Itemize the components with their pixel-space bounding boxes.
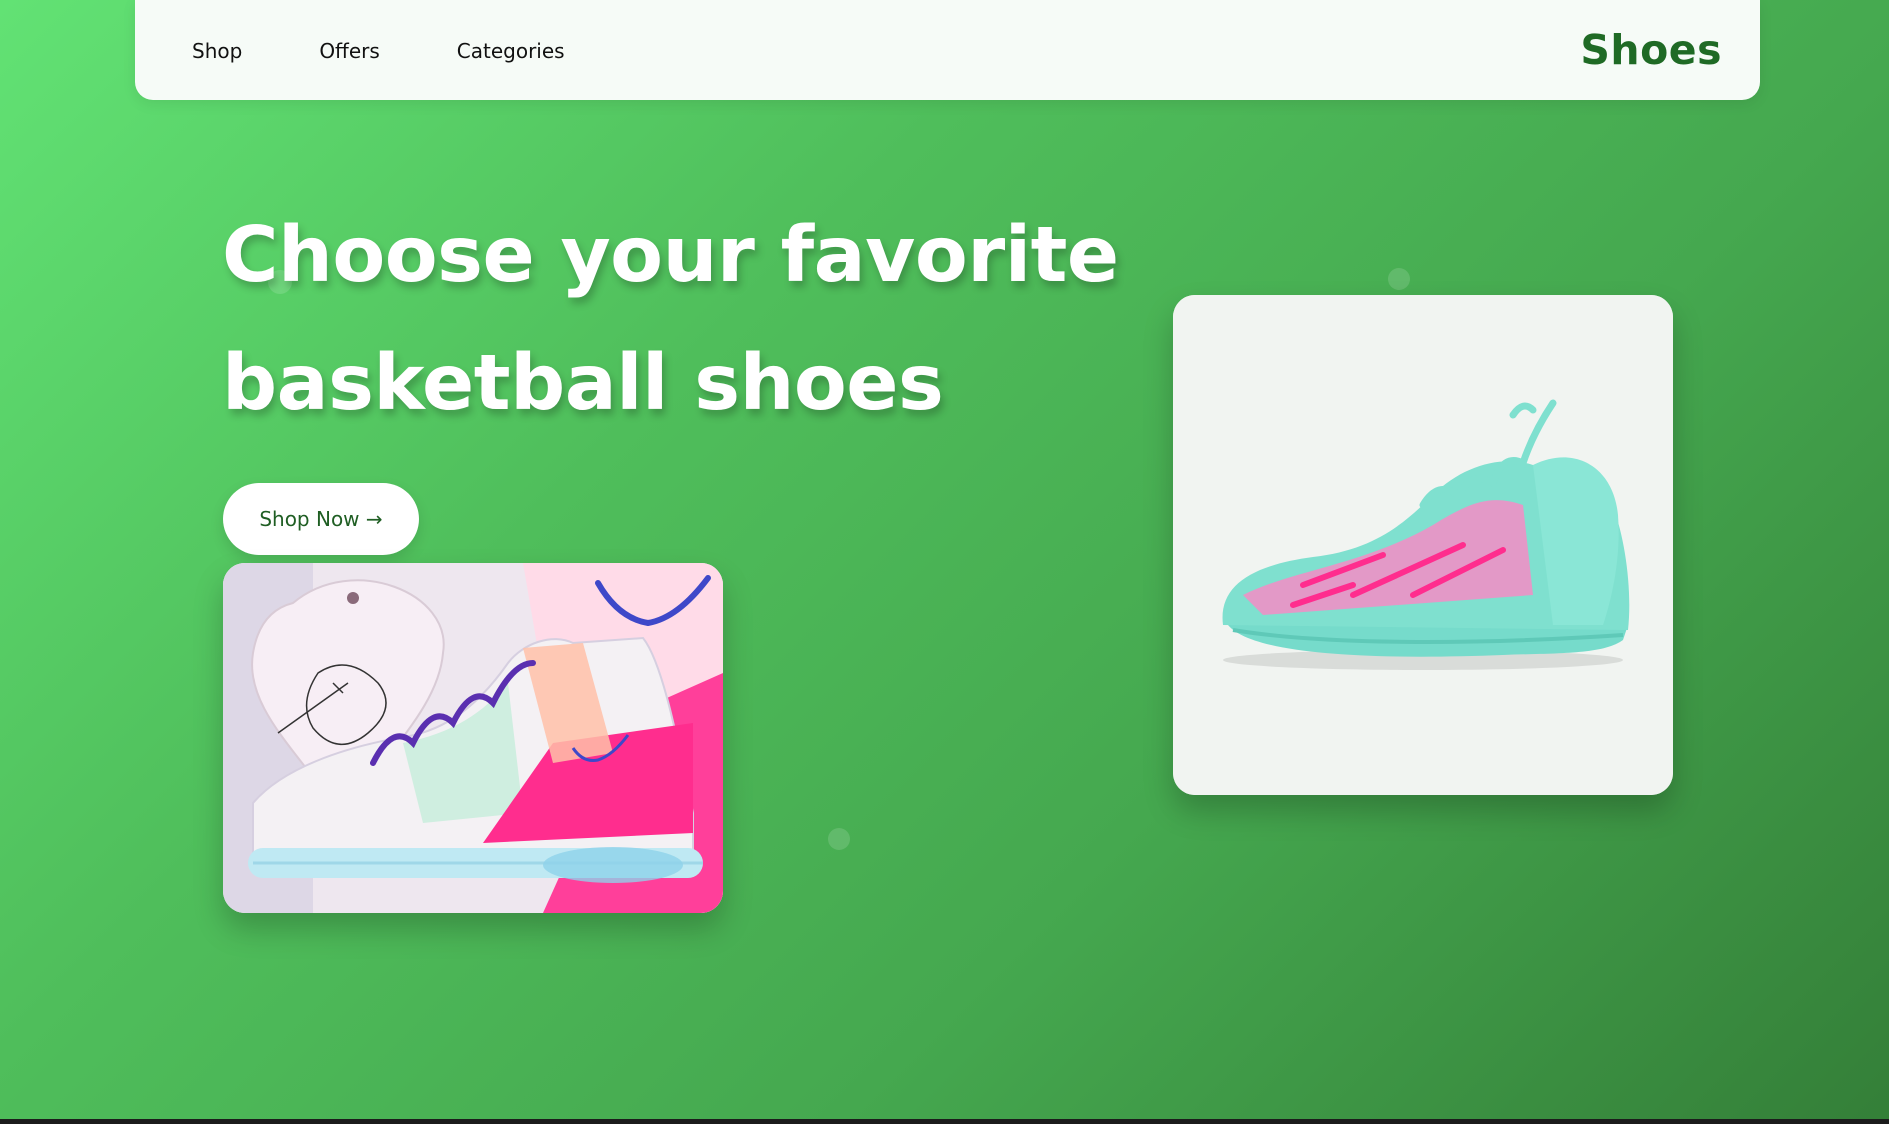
bottom-edge bbox=[0, 1119, 1889, 1124]
page: Shop Offers Categories Shoes Choose your… bbox=[0, 0, 1889, 1124]
hero-title-line-1: Choose your favorite bbox=[222, 211, 1119, 300]
featured-shoe-image-right[interactable] bbox=[1173, 295, 1673, 795]
hero-title-line-2: basketball shoes bbox=[222, 339, 944, 428]
shop-now-button[interactable]: Shop Now → bbox=[223, 483, 419, 555]
brand-logo[interactable]: Shoes bbox=[1580, 26, 1722, 74]
decor-dot bbox=[1388, 268, 1410, 290]
decor-dot bbox=[828, 828, 850, 850]
sneaker-photo-illustration bbox=[223, 563, 723, 913]
nav-links: Shop Offers Categories bbox=[192, 38, 565, 64]
nav-link-offers[interactable]: Offers bbox=[319, 38, 379, 64]
sneaker-photo-illustration bbox=[1173, 295, 1673, 795]
hero-title: Choose your favorite basketball shoes bbox=[222, 192, 1122, 448]
nav-link-categories[interactable]: Categories bbox=[457, 38, 565, 64]
top-navbar: Shop Offers Categories Shoes bbox=[135, 0, 1760, 100]
featured-shoe-image-left[interactable] bbox=[223, 563, 723, 913]
nav-link-shop[interactable]: Shop bbox=[192, 38, 242, 64]
